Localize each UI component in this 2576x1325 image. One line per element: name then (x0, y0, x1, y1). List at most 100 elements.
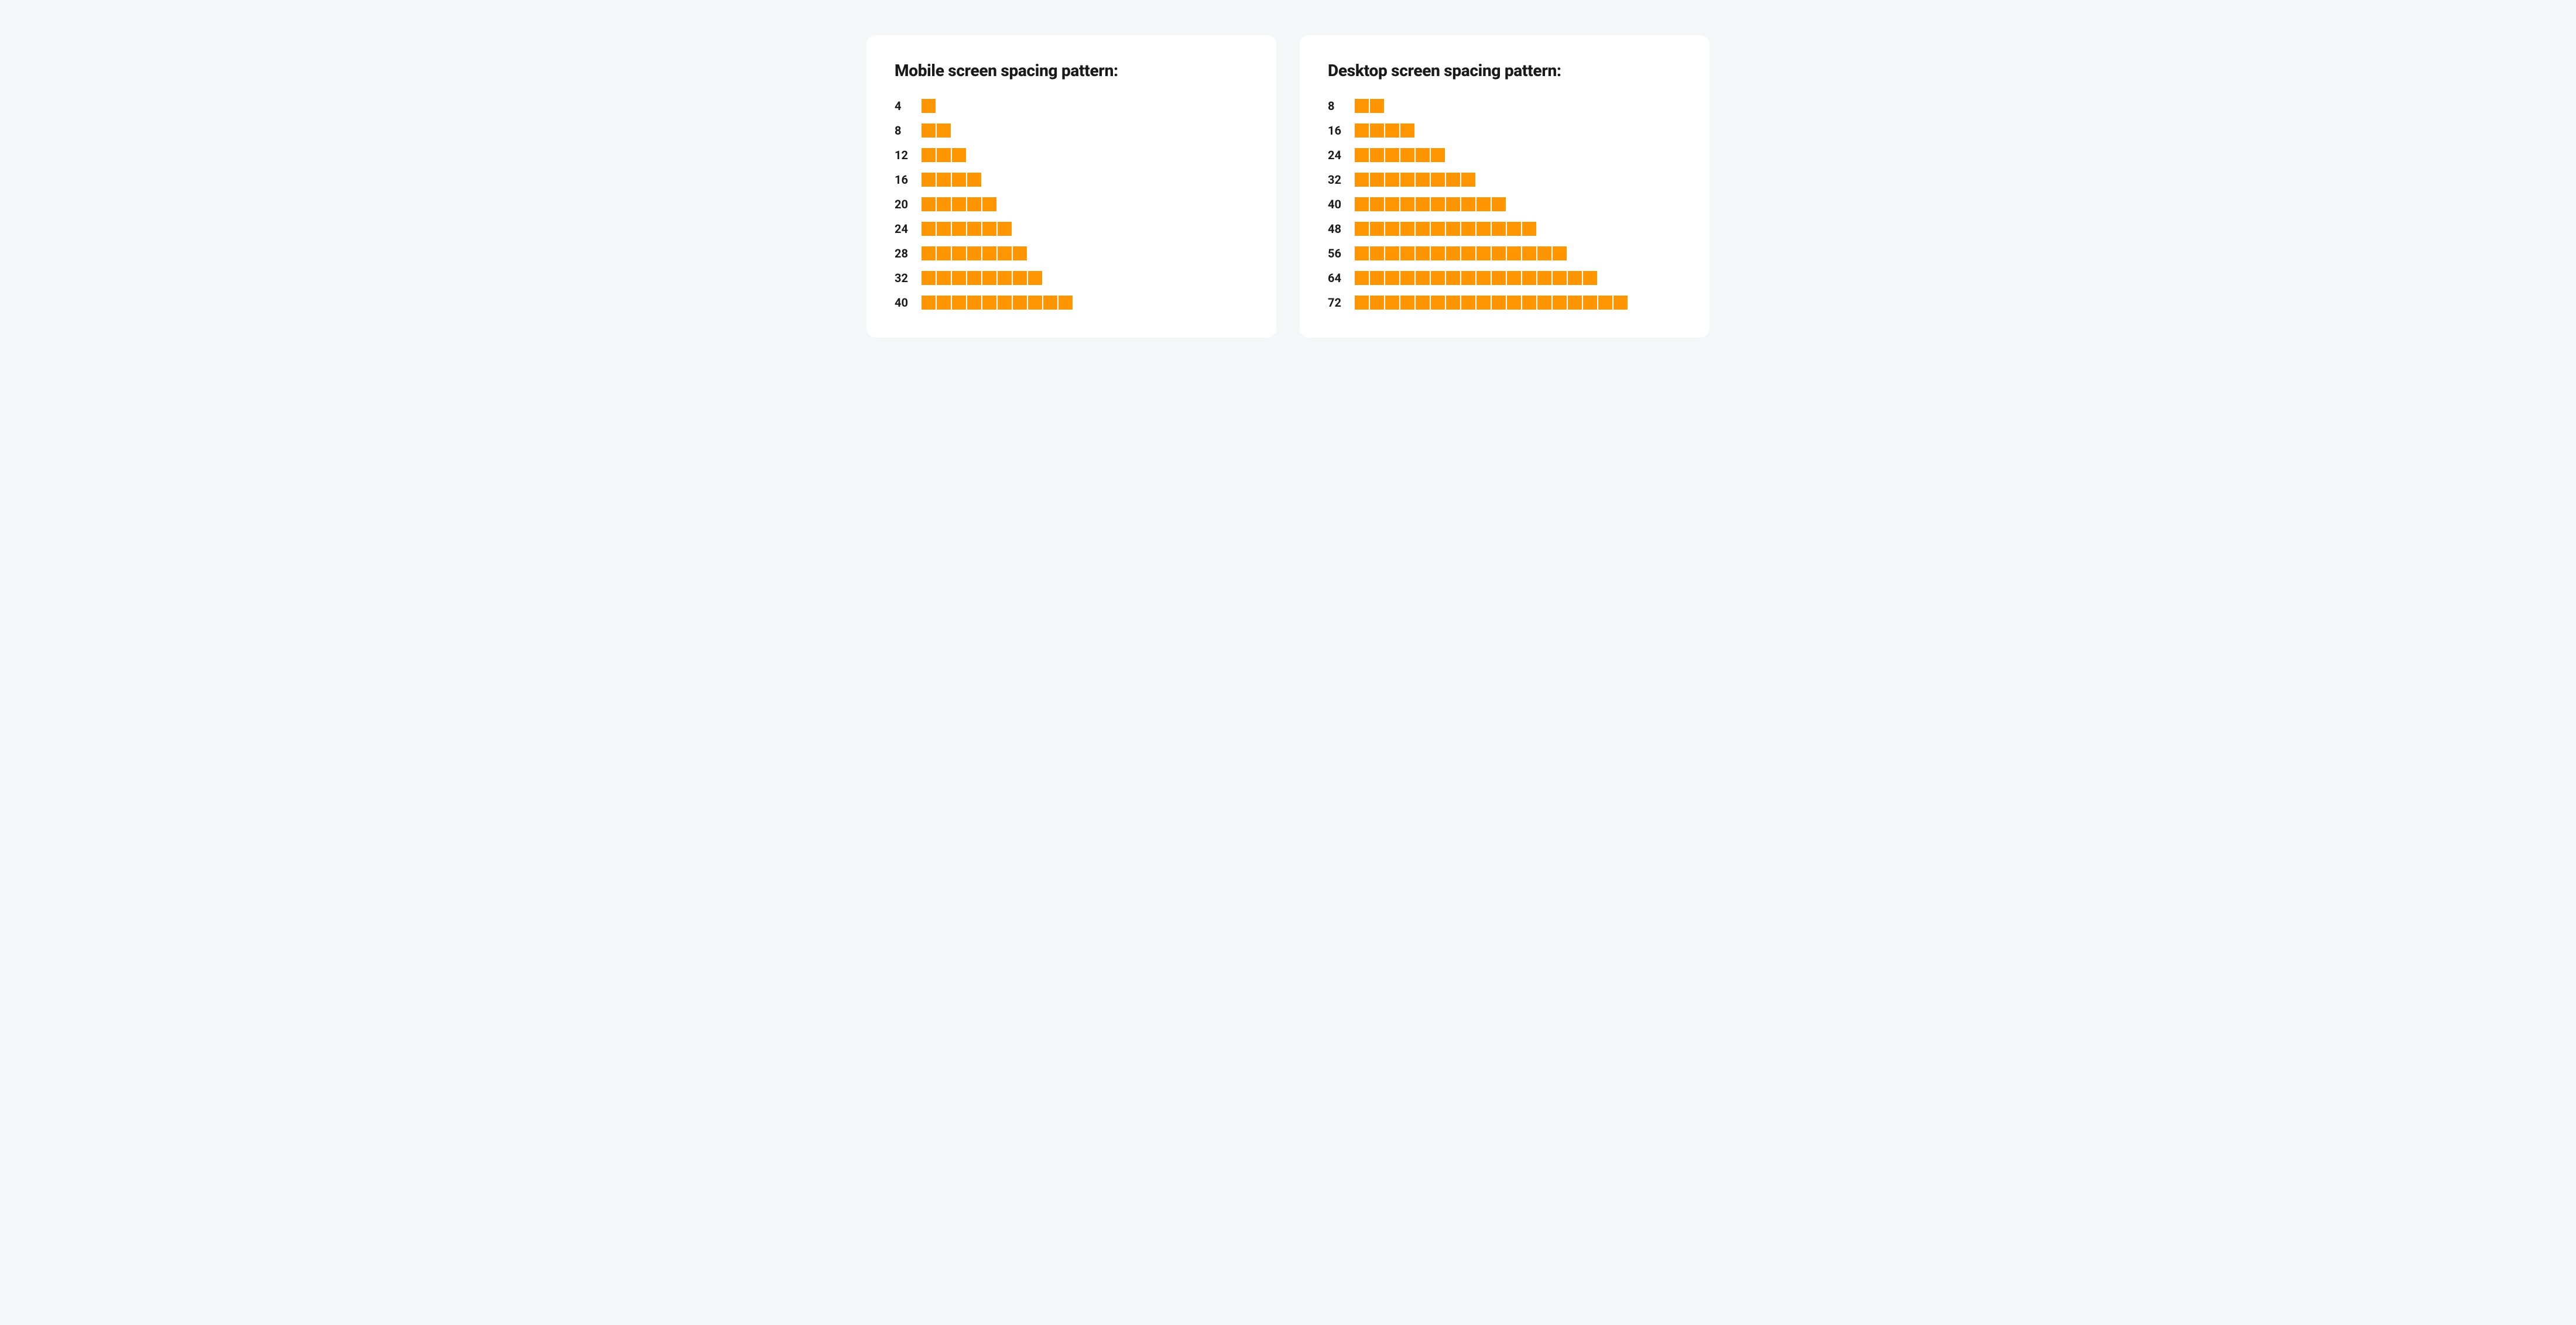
spacing-unit-cell (1431, 197, 1445, 211)
spacing-unit-cell (1355, 148, 1369, 162)
spacing-unit-cell (1537, 296, 1551, 310)
spacing-unit-cell (1013, 246, 1027, 260)
spacing-value-label: 24 (895, 222, 913, 236)
spacing-unit-cell (937, 123, 951, 138)
spacing-unit-cell (998, 222, 1012, 236)
spacing-unit-cell (1416, 246, 1430, 260)
spacing-bar (1355, 271, 1597, 285)
spacing-unit-cell (1461, 246, 1475, 260)
spacing-unit-cell (967, 197, 981, 211)
spacing-bar (1355, 197, 1506, 211)
spacing-value-label: 32 (895, 271, 913, 285)
spacing-unit-cell (1537, 271, 1551, 285)
spacing-unit-cell (1431, 296, 1445, 310)
spacing-bar (1355, 148, 1445, 162)
spacing-unit-cell (952, 173, 966, 187)
spacing-row: 32 (1328, 173, 1681, 187)
spacing-unit-cell (1370, 148, 1384, 162)
spacing-row: 16 (895, 173, 1248, 187)
spacing-unit-cell (982, 222, 996, 236)
spacing-unit-cell (1446, 246, 1460, 260)
spacing-unit-cell (1507, 222, 1521, 236)
spacing-unit-cell (1416, 173, 1430, 187)
spacing-unit-cell (1522, 271, 1536, 285)
spacing-unit-cell (1492, 246, 1506, 260)
spacing-unit-cell (1385, 222, 1399, 236)
spacing-value-label: 16 (1328, 123, 1347, 138)
spacing-value-label: 32 (1328, 173, 1347, 187)
spacing-row: 16 (1328, 123, 1681, 138)
spacing-unit-cell (1400, 148, 1414, 162)
spacing-unit-cell (1477, 296, 1491, 310)
spacing-value-label: 12 (895, 148, 913, 162)
spacing-unit-cell (967, 173, 981, 187)
spacing-value-label: 8 (1328, 99, 1347, 113)
spacing-unit-cell (967, 246, 981, 260)
spacing-value-label: 16 (895, 173, 913, 187)
spacing-unit-cell (1355, 197, 1369, 211)
spacing-unit-cell (1355, 296, 1369, 310)
spacing-unit-cell (1522, 296, 1536, 310)
spacing-unit-cell (967, 271, 981, 285)
spacing-unit-cell (982, 246, 996, 260)
spacing-unit-cell (1416, 271, 1430, 285)
spacing-unit-cell (1461, 271, 1475, 285)
spacing-unit-cell (1370, 222, 1384, 236)
spacing-unit-cell (1446, 271, 1460, 285)
spacing-unit-cell (937, 173, 951, 187)
spacing-unit-cell (1507, 271, 1521, 285)
spacing-row: 24 (895, 222, 1248, 236)
spacing-bar (922, 271, 1042, 285)
spacing-unit-cell (1385, 296, 1399, 310)
spacing-row: 40 (895, 296, 1248, 310)
spacing-unit-cell (1431, 246, 1445, 260)
spacing-value-label: 40 (1328, 197, 1347, 211)
spacing-unit-cell (967, 296, 981, 310)
spacing-card-mobile: Mobile screen spacing pattern: 481216202… (866, 35, 1276, 338)
spacing-unit-cell (1355, 173, 1369, 187)
spacing-unit-cell (1028, 271, 1042, 285)
spacing-unit-cell (937, 296, 951, 310)
spacing-unit-cell (1400, 246, 1414, 260)
spacing-value-label: 48 (1328, 222, 1347, 236)
spacing-unit-cell (1400, 123, 1414, 138)
spacing-row: 8 (1328, 99, 1681, 113)
spacing-unit-cell (1355, 222, 1369, 236)
spacing-unit-cell (1385, 123, 1399, 138)
spacing-bar (922, 222, 1012, 236)
spacing-unit-cell (937, 197, 951, 211)
spacing-row: 12 (895, 148, 1248, 162)
spacing-bar (922, 173, 981, 187)
spacing-unit-cell (1370, 246, 1384, 260)
spacing-unit-cell (1568, 296, 1582, 310)
spacing-unit-cell (1568, 271, 1582, 285)
spacing-value-label: 8 (895, 123, 913, 138)
spacing-unit-cell (1446, 173, 1460, 187)
spacing-value-label: 24 (1328, 148, 1347, 162)
spacing-unit-cell (1553, 246, 1567, 260)
spacing-unit-cell (1507, 246, 1521, 260)
spacing-unit-cell (1492, 222, 1506, 236)
spacing-unit-cell (1598, 296, 1612, 310)
spacing-unit-cell (922, 148, 936, 162)
spacing-unit-cell (1013, 296, 1027, 310)
spacing-unit-cell (952, 148, 966, 162)
spacing-unit-cell (1400, 296, 1414, 310)
spacing-unit-cell (1431, 271, 1445, 285)
spacing-unit-cell (1400, 271, 1414, 285)
spacing-unit-cell (1043, 296, 1057, 310)
spacing-unit-cell (1059, 296, 1073, 310)
spacing-unit-cell (1400, 173, 1414, 187)
spacing-unit-cell (922, 123, 936, 138)
spacing-unit-cell (1583, 296, 1597, 310)
spacing-row: 24 (1328, 148, 1681, 162)
spacing-bar (1355, 123, 1414, 138)
spacing-unit-cell (1385, 173, 1399, 187)
spacing-unit-cell (998, 296, 1012, 310)
spacing-unit-cell (1416, 148, 1430, 162)
spacing-bar (922, 197, 996, 211)
spacing-unit-cell (1431, 148, 1445, 162)
spacing-unit-cell (1446, 197, 1460, 211)
spacing-row: 20 (895, 197, 1248, 211)
spacing-value-label: 28 (895, 246, 913, 260)
